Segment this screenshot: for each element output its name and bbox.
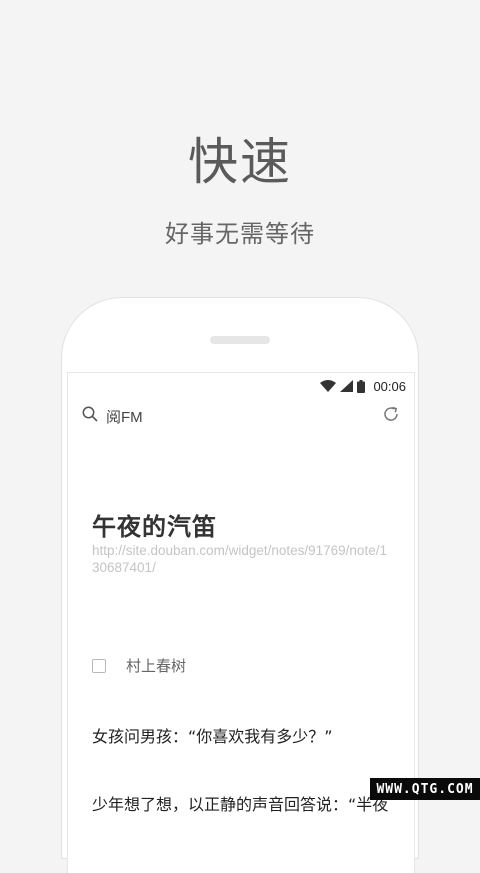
promo-subline: 好事无需等待: [165, 220, 315, 248]
search-icon[interactable]: [82, 406, 98, 426]
article-paragraph: 少年想了想，以正静的声音回答说：“半夜: [92, 795, 389, 814]
wifi-icon: [320, 380, 337, 392]
author-row[interactable]: 村上春树: [92, 655, 186, 676]
search-bar[interactable]: 阅FM: [82, 405, 400, 427]
signal-icon: [340, 380, 354, 392]
battery-icon: [357, 379, 366, 393]
article-url[interactable]: http://site.douban.com/widget/notes/9176…: [92, 542, 392, 576]
phone-speaker: [210, 336, 270, 344]
author-name: 村上春树: [126, 657, 187, 675]
status-time: 00:06: [373, 378, 406, 394]
promo-headline: 快速: [188, 133, 292, 191]
status-bar: 00:06: [320, 377, 406, 395]
author-checkbox[interactable]: [92, 658, 106, 673]
site-watermark: WWW.QTG.COM: [370, 778, 480, 800]
article-paragraph: 女孩问男孩：“你喜欢我有多少？”: [92, 727, 333, 746]
phone-screen: 00:06 阅FM 午夜的汽笛 http://site.douban.com/w…: [67, 372, 415, 873]
search-query[interactable]: 阅FM: [106, 406, 143, 427]
article-title: 午夜的汽笛: [92, 513, 217, 541]
refresh-icon[interactable]: [382, 405, 400, 427]
phone-mockup: 00:06 阅FM 午夜的汽笛 http://site.douban.com/w…: [62, 298, 418, 873]
